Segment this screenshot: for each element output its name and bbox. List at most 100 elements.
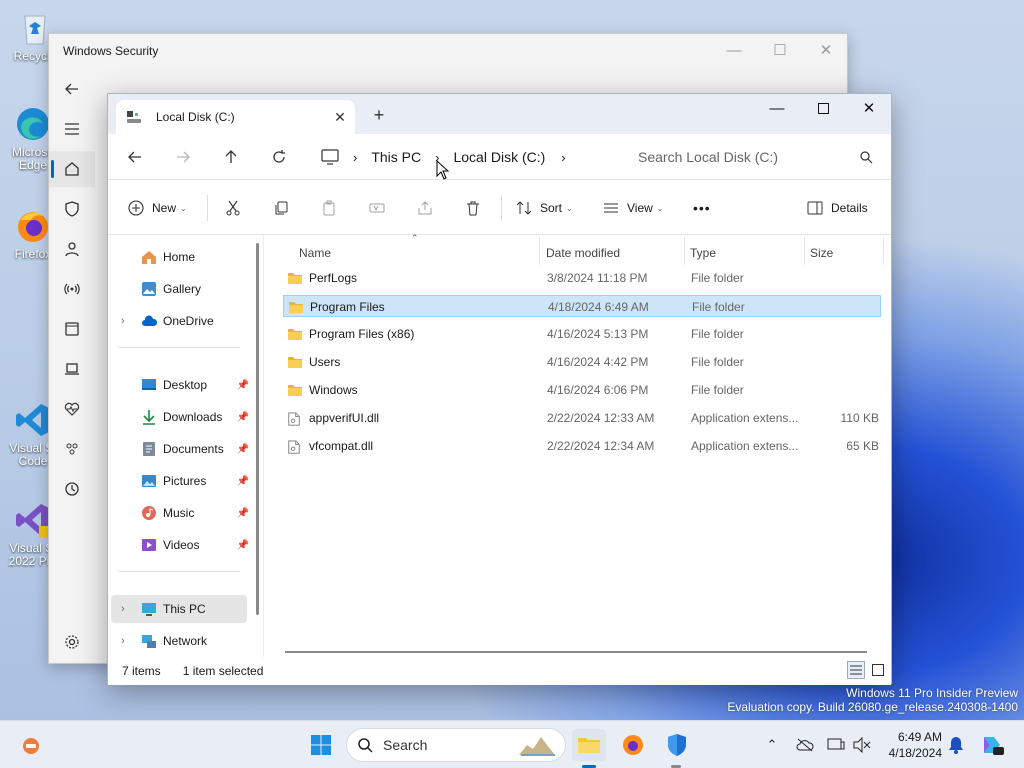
nav-item-videos[interactable]: Videos 📌 <box>111 531 249 559</box>
copy-button[interactable] <box>273 193 289 223</box>
pin-icon[interactable]: 📌 <box>237 540 249 551</box>
onedrive-offline-icon[interactable] <box>795 735 815 755</box>
column-header-date-modified[interactable]: Date modified <box>546 241 620 265</box>
shield-icon[interactable] <box>49 191 95 227</box>
up-icon[interactable] <box>216 142 246 172</box>
firefox-taskbar-icon[interactable] <box>616 729 650 761</box>
column-divider[interactable] <box>684 237 685 265</box>
table-row[interactable]: vfcompat.dll 2/22/2024 12:34 AM Applicatio… <box>283 435 881 457</box>
new-tab-button[interactable]: + <box>370 106 388 124</box>
column-divider[interactable] <box>539 237 540 265</box>
close-button[interactable]: ✕ <box>803 34 849 66</box>
refresh-icon[interactable] <box>264 142 294 172</box>
notification-widget-icon[interactable] <box>14 729 48 761</box>
details-pane-button[interactable]: Details <box>807 193 868 223</box>
settings-gear-icon[interactable] <box>49 624 95 660</box>
search-icon <box>358 738 373 753</box>
details-view-icon[interactable] <box>847 661 865 679</box>
minimize-button[interactable]: — <box>711 34 757 66</box>
sort-button[interactable]: Sort ⌄ <box>516 193 573 223</box>
share-button[interactable] <box>417 193 433 223</box>
chevron-right-icon[interactable]: › <box>121 315 125 327</box>
heart-pulse-icon[interactable] <box>49 391 95 427</box>
volume-muted-icon[interactable] <box>852 735 872 755</box>
windows-security-taskbar-icon[interactable] <box>660 729 694 761</box>
nav-item-music[interactable]: Music 📌 <box>111 499 249 527</box>
pin-icon[interactable]: 📌 <box>237 444 249 455</box>
new-button[interactable]: New ⌄ <box>128 193 187 223</box>
person-icon[interactable] <box>49 231 95 267</box>
divider <box>118 571 240 572</box>
table-row[interactable]: Program Files 4/18/2024 6:49 AM File folde… <box>283 295 881 317</box>
back-icon[interactable] <box>120 142 150 172</box>
wifi-antenna-icon[interactable] <box>49 271 95 307</box>
search-input[interactable]: Search Local Disk (C:) <box>623 142 885 172</box>
size-cell <box>823 267 879 289</box>
search-icon <box>860 151 873 164</box>
maximize-button[interactable]: ☐ <box>757 34 803 66</box>
close-tab-icon[interactable]: ✕ <box>331 108 349 126</box>
table-row[interactable]: PerfLogs 3/8/2024 11:18 PM File folder <box>283 267 881 289</box>
forward-icon[interactable] <box>168 142 198 172</box>
history-icon[interactable] <box>49 471 95 507</box>
nav-item-gallery[interactable]: Gallery <box>111 275 247 303</box>
cut-button[interactable] <box>225 193 241 223</box>
table-row[interactable]: appverifUI.dll 2/22/2024 12:33 AM Applicat… <box>283 407 881 429</box>
chevron-up-icon[interactable]: ⌃ <box>762 735 782 755</box>
close-button[interactable]: ✕ <box>846 94 892 122</box>
file-name-cell: Windows <box>287 379 358 401</box>
nav-item-this-pc[interactable]: › This PC <box>111 595 247 623</box>
laptop-icon[interactable] <box>49 351 95 387</box>
chevron-right-icon[interactable]: › <box>121 635 125 647</box>
family-icon[interactable] <box>49 431 95 467</box>
file-name-cell: Program Files (x86) <box>287 323 414 345</box>
pin-icon[interactable]: 📌 <box>237 412 249 423</box>
maximize-button[interactable] <box>800 94 846 122</box>
tiles-view-icon[interactable] <box>869 661 887 679</box>
hamburger-menu-icon[interactable] <box>49 111 95 147</box>
chevron-right-icon[interactable]: › <box>121 603 125 615</box>
home-icon[interactable] <box>49 151 95 187</box>
paste-button[interactable] <box>321 193 337 223</box>
display-icon[interactable] <box>826 735 846 755</box>
column-divider[interactable] <box>883 237 884 265</box>
size-cell: 65 KB <box>846 439 879 453</box>
nav-item-documents[interactable]: Documents 📌 <box>111 435 249 463</box>
nav-item-onedrive[interactable]: › OneDrive <box>111 307 247 335</box>
rename-button[interactable] <box>369 193 385 223</box>
column-header-type[interactable]: Type <box>690 241 716 265</box>
app-browser-icon[interactable] <box>49 311 95 347</box>
copilot-icon[interactable] <box>980 735 1004 755</box>
breadcrumb[interactable]: › This PC › Local Disk (C:) › <box>311 142 613 172</box>
nav-item-home[interactable]: Home <box>111 243 247 271</box>
table-row[interactable]: Windows 4/16/2024 6:06 PM File folder <box>283 379 881 401</box>
file-explorer-taskbar-icon[interactable] <box>572 729 606 761</box>
taskbar-search[interactable]: Search <box>346 728 566 762</box>
column-header-size[interactable]: Size <box>810 241 833 265</box>
back-arrow-icon[interactable] <box>49 71 95 107</box>
nav-item-downloads[interactable]: Downloads 📌 <box>111 403 249 431</box>
breadcrumb-local-disk[interactable]: Local Disk (C:) <box>453 149 545 165</box>
minimize-button[interactable]: — <box>754 94 800 122</box>
column-divider[interactable] <box>804 237 805 265</box>
windows-watermark: Windows 11 Pro Insider Preview Evaluatio… <box>727 686 1018 714</box>
start-button[interactable] <box>304 729 338 761</box>
pin-icon[interactable]: 📌 <box>237 508 249 519</box>
pin-icon[interactable]: 📌 <box>237 476 249 487</box>
pin-icon[interactable]: 📌 <box>237 380 249 391</box>
nav-item-pictures[interactable]: Pictures 📌 <box>111 467 249 495</box>
table-row[interactable]: Users 4/16/2024 4:42 PM File folder <box>283 351 881 373</box>
horizontal-scrollbar[interactable] <box>285 651 867 653</box>
delete-button[interactable] <box>465 193 481 223</box>
table-row[interactable]: Program Files (x86) 4/16/2024 5:13 PM File… <box>283 323 881 345</box>
nav-scrollbar[interactable] <box>256 243 259 615</box>
tab-local-disk[interactable]: Local Disk (C:) ✕ <box>116 100 355 134</box>
more-options-button[interactable]: ••• <box>693 193 711 223</box>
breadcrumb-this-pc[interactable]: This PC <box>371 149 421 165</box>
nav-item-desktop[interactable]: Desktop 📌 <box>111 371 249 399</box>
view-button[interactable]: View ⌄ <box>603 193 664 223</box>
system-clock[interactable]: 6:49 AM 4/18/2024 <box>878 729 942 761</box>
nav-item-network[interactable]: › Network <box>111 627 247 655</box>
notification-bell-icon[interactable] <box>946 735 966 755</box>
column-header-name[interactable]: Name <box>299 241 331 265</box>
